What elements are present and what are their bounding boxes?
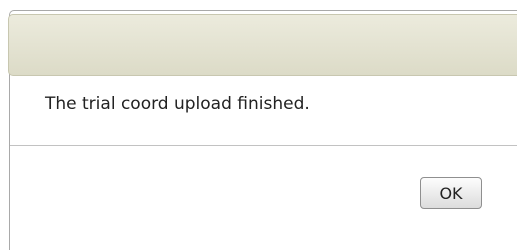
dialog-divider	[10, 145, 517, 146]
ok-button[interactable]: OK	[420, 177, 482, 209]
dialog-titlebar[interactable]	[8, 14, 517, 76]
dialog-message: The trial coord upload finished.	[45, 94, 310, 114]
